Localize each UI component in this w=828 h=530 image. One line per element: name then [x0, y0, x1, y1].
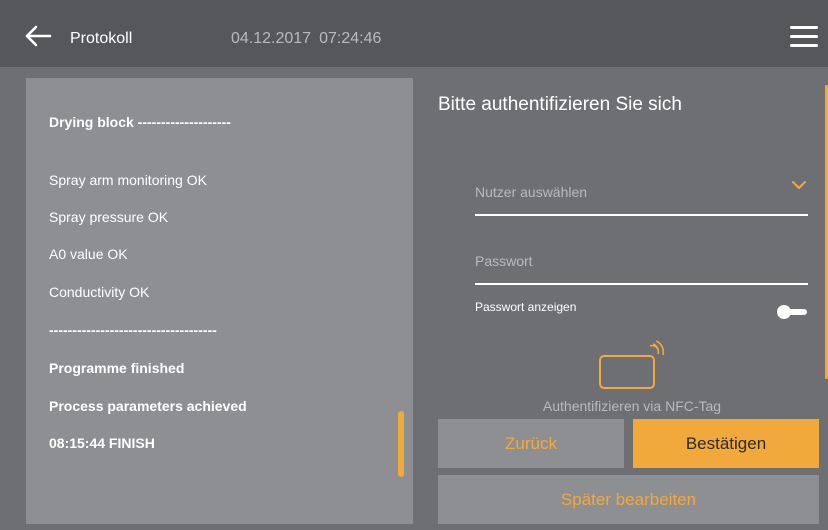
- nfc-label: Authentifizieren via NFC-Tag: [542, 398, 722, 414]
- log-line: Spray arm monitoring OK: [49, 172, 207, 188]
- arrow-left-icon[interactable]: [24, 24, 52, 48]
- show-password-label: Passwort anzeigen: [475, 300, 577, 314]
- password-underline: [475, 283, 808, 285]
- page-title: Protokoll: [70, 30, 133, 47]
- log-line: ------------------------------------: [49, 322, 217, 338]
- user-select-placeholder: Nutzer auswählen: [475, 184, 588, 200]
- log-line: Spray pressure OK: [49, 209, 169, 225]
- header-datetime: 04.12.2017 07:24:46: [231, 30, 381, 48]
- user-select-underline: [475, 214, 808, 216]
- edit-later-button[interactable]: Später bearbeiten: [438, 475, 819, 524]
- password-field[interactable]: Passwort: [475, 245, 808, 285]
- show-password-toggle[interactable]: [777, 305, 807, 319]
- log-line: Drying block --------------------: [49, 114, 231, 130]
- auth-title: Bitte authentifizieren Sie sich: [438, 94, 682, 115]
- hamburger-menu-icon[interactable]: [790, 26, 818, 48]
- log-line: Conductivity OK: [49, 284, 150, 300]
- log-line: Programme finished: [49, 360, 185, 376]
- toggle-knob: [777, 305, 791, 319]
- back-button[interactable]: Zurück: [438, 419, 624, 468]
- header-time: 07:24:46: [319, 30, 382, 47]
- log-line: Process parameters achieved: [49, 398, 247, 414]
- log-line: 08:15:44 FINISH: [49, 435, 155, 451]
- protocol-log-panel: Drying block -------------------- Spray …: [26, 78, 413, 524]
- header-date: 04.12.2017: [231, 30, 312, 47]
- log-line: A0 value OK: [49, 246, 128, 262]
- user-select[interactable]: Nutzer auswählen: [475, 176, 808, 216]
- chevron-down-icon: [792, 181, 806, 189]
- confirm-button[interactable]: Bestätigen: [633, 419, 819, 468]
- top-bar: Protokoll 04.12.2017 07:24:46: [0, 0, 828, 67]
- password-placeholder: Passwort: [475, 253, 533, 269]
- log-scrollbar[interactable]: [398, 411, 404, 477]
- nfc-tag-icon[interactable]: [598, 340, 668, 390]
